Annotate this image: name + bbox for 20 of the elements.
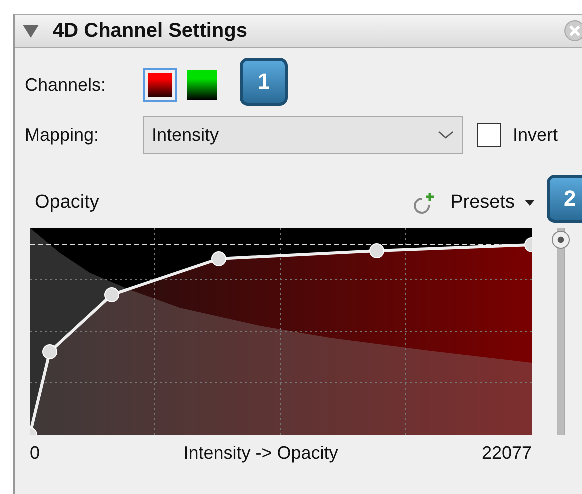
callout-marker: 2	[547, 175, 582, 223]
opacity-curve-editor-drawing[interactable]	[30, 228, 532, 435]
chevron-icon	[438, 130, 454, 140]
mapping-dropdown[interactable]: Intensity	[143, 116, 463, 154]
opacity-title: Opacity	[35, 192, 100, 214]
invert-label: Invert	[513, 124, 558, 146]
axis-title: Intensity -> Opacity	[184, 443, 338, 464]
caret-icon	[525, 200, 535, 206]
channel-swatch[interactable]	[185, 68, 219, 102]
channels-label: Channels:	[25, 74, 108, 96]
panel-title: 4D Channel Settings	[53, 20, 248, 42]
callout-marker: 1	[240, 58, 288, 106]
add-point-icon[interactable]	[412, 191, 437, 215]
axis-max-label: 22077	[482, 443, 532, 464]
presets-menu-button[interactable]: Presets	[450, 192, 535, 214]
invert-checkbox[interactable]	[477, 123, 501, 147]
mapping-label: Mapping:	[25, 124, 100, 146]
axis-min-label: 0	[30, 443, 40, 464]
channel-swatch[interactable]	[143, 68, 177, 102]
collapse-triangle-icon[interactable]	[23, 24, 39, 38]
